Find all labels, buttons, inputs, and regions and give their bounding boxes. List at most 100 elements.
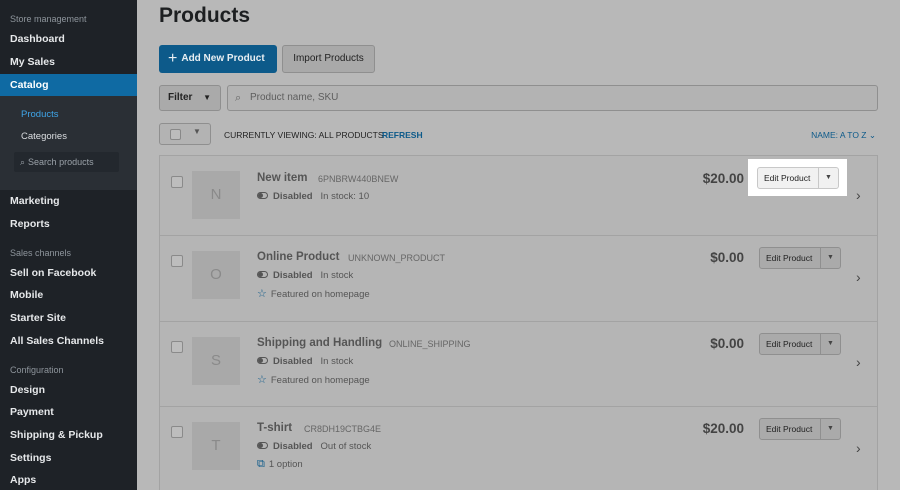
configuration-heading: Configuration bbox=[10, 365, 64, 375]
sidebar-item-all-sales-channels[interactable]: All Sales Channels bbox=[0, 330, 137, 352]
chevron-right-icon[interactable]: › bbox=[856, 440, 861, 456]
import-products-button[interactable]: Import Products bbox=[282, 45, 375, 73]
featured-on-homepage: ☆ Featured on homepage bbox=[257, 288, 370, 300]
chevron-right-icon[interactable]: › bbox=[856, 269, 861, 285]
stock-status: In stock: 10 bbox=[320, 191, 370, 202]
product-row[interactable]: T T-shirt CR8DH19CTBG4E Disabled Out of … bbox=[160, 407, 877, 490]
product-sku: CR8DH19CTBG4E bbox=[304, 424, 382, 434]
sidebar-subitem-categories[interactable]: Categories bbox=[21, 131, 67, 142]
sidebar-item-reports[interactable]: Reports bbox=[0, 213, 137, 235]
product-name[interactable]: T-shirt bbox=[257, 422, 292, 434]
select-all-checkbox[interactable] bbox=[170, 129, 181, 140]
product-thumbnail[interactable]: N bbox=[192, 171, 240, 219]
sidebar-item-mobile[interactable]: Mobile bbox=[0, 284, 137, 306]
sidebar-item-marketing[interactable]: Marketing bbox=[0, 190, 137, 212]
edit-product-button[interactable]: Edit Product ▼ bbox=[757, 167, 839, 189]
product-options: ⧉ 1 option bbox=[257, 458, 303, 470]
viewing-status: CURRENTLY VIEWING: ALL PRODUCTS bbox=[224, 130, 384, 140]
edit-product-button[interactable]: Edit Product ▼ bbox=[759, 247, 841, 269]
sidebar-item-starter-site[interactable]: Starter Site bbox=[0, 307, 137, 329]
sidebar-item-catalog[interactable]: Catalog bbox=[0, 74, 137, 96]
sidebar-subitem-products[interactable]: Products bbox=[21, 109, 59, 120]
sidebar-item-design[interactable]: Design bbox=[0, 379, 137, 401]
product-price: $0.00 bbox=[710, 336, 744, 351]
product-checkbox[interactable] bbox=[171, 255, 183, 267]
sales-channels-heading: Sales channels bbox=[10, 248, 72, 258]
product-list: N New item 6PNBRW440BNEW Disabled In sto… bbox=[159, 155, 878, 490]
product-search-input[interactable]: ⌕ Product name, SKU bbox=[227, 85, 878, 111]
sidebar-item-payment[interactable]: Payment bbox=[0, 401, 137, 423]
chevron-down-icon: ▼ bbox=[203, 93, 211, 102]
chevron-down-icon: ▼ bbox=[193, 127, 201, 136]
search-icon: ⌕ bbox=[235, 92, 242, 104]
product-sku: 6PNBRW440BNEW bbox=[318, 174, 399, 184]
toggle-icon[interactable] bbox=[257, 192, 268, 199]
filter-button[interactable]: Filter ▼ bbox=[159, 85, 221, 111]
toggle-icon[interactable] bbox=[257, 442, 268, 449]
product-sku: UNKNOWN_PRODUCT bbox=[348, 253, 446, 263]
product-status: Disabled In stock bbox=[257, 356, 353, 367]
add-new-product-button[interactable]: + Add New Product bbox=[159, 45, 277, 73]
stock-status: In stock bbox=[320, 356, 354, 367]
chevron-right-icon[interactable]: › bbox=[856, 354, 861, 370]
edit-product-label: Edit Product bbox=[766, 253, 813, 263]
sidebar-search-placeholder: Search products bbox=[28, 157, 94, 167]
toggle-icon[interactable] bbox=[257, 271, 268, 278]
product-row[interactable]: S Shipping and Handling ONLINE_SHIPPING … bbox=[160, 322, 877, 407]
product-price: $20.00 bbox=[702, 421, 744, 436]
refresh-link[interactable]: REFRESH bbox=[382, 130, 423, 140]
product-checkbox[interactable] bbox=[171, 176, 183, 188]
sidebar-item-shipping-pickup[interactable]: Shipping & Pickup bbox=[0, 424, 137, 446]
product-name[interactable]: New item bbox=[257, 172, 308, 184]
product-thumbnail[interactable]: T bbox=[192, 422, 240, 470]
sidebar-item-apps[interactable]: Apps bbox=[0, 469, 137, 490]
sidebar-item-settings[interactable]: Settings bbox=[0, 447, 137, 469]
sidebar-search-input[interactable]: ⌕ Search products bbox=[14, 152, 119, 172]
product-status: Disabled In stock: 10 bbox=[257, 191, 369, 202]
page-title: Products bbox=[159, 4, 251, 27]
product-thumbnail[interactable]: O bbox=[192, 251, 240, 299]
chevron-down-icon: ⌄ bbox=[868, 130, 876, 140]
chevron-down-icon[interactable]: ▼ bbox=[820, 248, 840, 268]
product-name[interactable]: Online Product bbox=[257, 251, 339, 263]
edit-product-button[interactable]: Edit Product ▼ bbox=[759, 333, 841, 355]
stock-status: In stock bbox=[320, 270, 354, 281]
product-name[interactable]: Shipping and Handling bbox=[257, 337, 382, 349]
star-icon: ☆ bbox=[257, 374, 267, 386]
sidebar-item-dashboard[interactable]: Dashboard bbox=[0, 28, 137, 50]
product-sku: ONLINE_SHIPPING bbox=[389, 339, 471, 349]
copy-icon: ⧉ bbox=[257, 458, 265, 470]
chevron-down-icon[interactable]: ▼ bbox=[818, 168, 838, 188]
filter-label: Filter bbox=[168, 92, 193, 103]
edit-product-label: Edit Product bbox=[764, 173, 811, 183]
sidebar-item-sell-on-facebook[interactable]: Sell on Facebook bbox=[0, 262, 137, 284]
product-search-placeholder: Product name, SKU bbox=[250, 92, 339, 103]
product-row[interactable]: O Online Product UNKNOWN_PRODUCT Disable… bbox=[160, 236, 877, 322]
product-checkbox[interactable] bbox=[171, 341, 183, 353]
featured-on-homepage: ☆ Featured on homepage bbox=[257, 374, 370, 386]
catalog-submenu: Products Categories bbox=[0, 96, 137, 190]
search-icon: ⌕ bbox=[20, 157, 26, 167]
edit-product-label: Edit Product bbox=[766, 424, 813, 434]
product-status: Disabled Out of stock bbox=[257, 441, 371, 452]
product-checkbox[interactable] bbox=[171, 426, 183, 438]
sort-dropdown[interactable]: NAME: A TO Z ⌄ bbox=[811, 130, 876, 141]
sidebar: Store management Dashboard My Sales Cata… bbox=[0, 0, 137, 490]
product-price: $20.00 bbox=[702, 171, 744, 186]
edit-product-label: Edit Product bbox=[766, 339, 813, 349]
chevron-down-icon[interactable]: ▼ bbox=[820, 419, 840, 439]
chevron-down-icon[interactable]: ▼ bbox=[820, 334, 840, 354]
plus-icon: + bbox=[168, 50, 178, 67]
product-price: $0.00 bbox=[710, 250, 744, 265]
sidebar-item-my-sales[interactable]: My Sales bbox=[0, 51, 137, 73]
select-all-dropdown[interactable]: ▼ bbox=[159, 123, 211, 145]
chevron-right-icon[interactable]: › bbox=[856, 187, 861, 203]
store-management-heading: Store management bbox=[10, 14, 87, 24]
product-thumbnail[interactable]: S bbox=[192, 337, 240, 385]
stock-status: Out of stock bbox=[320, 441, 372, 452]
toggle-icon[interactable] bbox=[257, 357, 268, 364]
add-new-product-label: Add New Product bbox=[181, 53, 265, 64]
main-content: Products + Add New Product Import Product… bbox=[137, 0, 900, 490]
product-status: Disabled In stock bbox=[257, 270, 353, 281]
edit-product-button[interactable]: Edit Product ▼ bbox=[759, 418, 841, 440]
